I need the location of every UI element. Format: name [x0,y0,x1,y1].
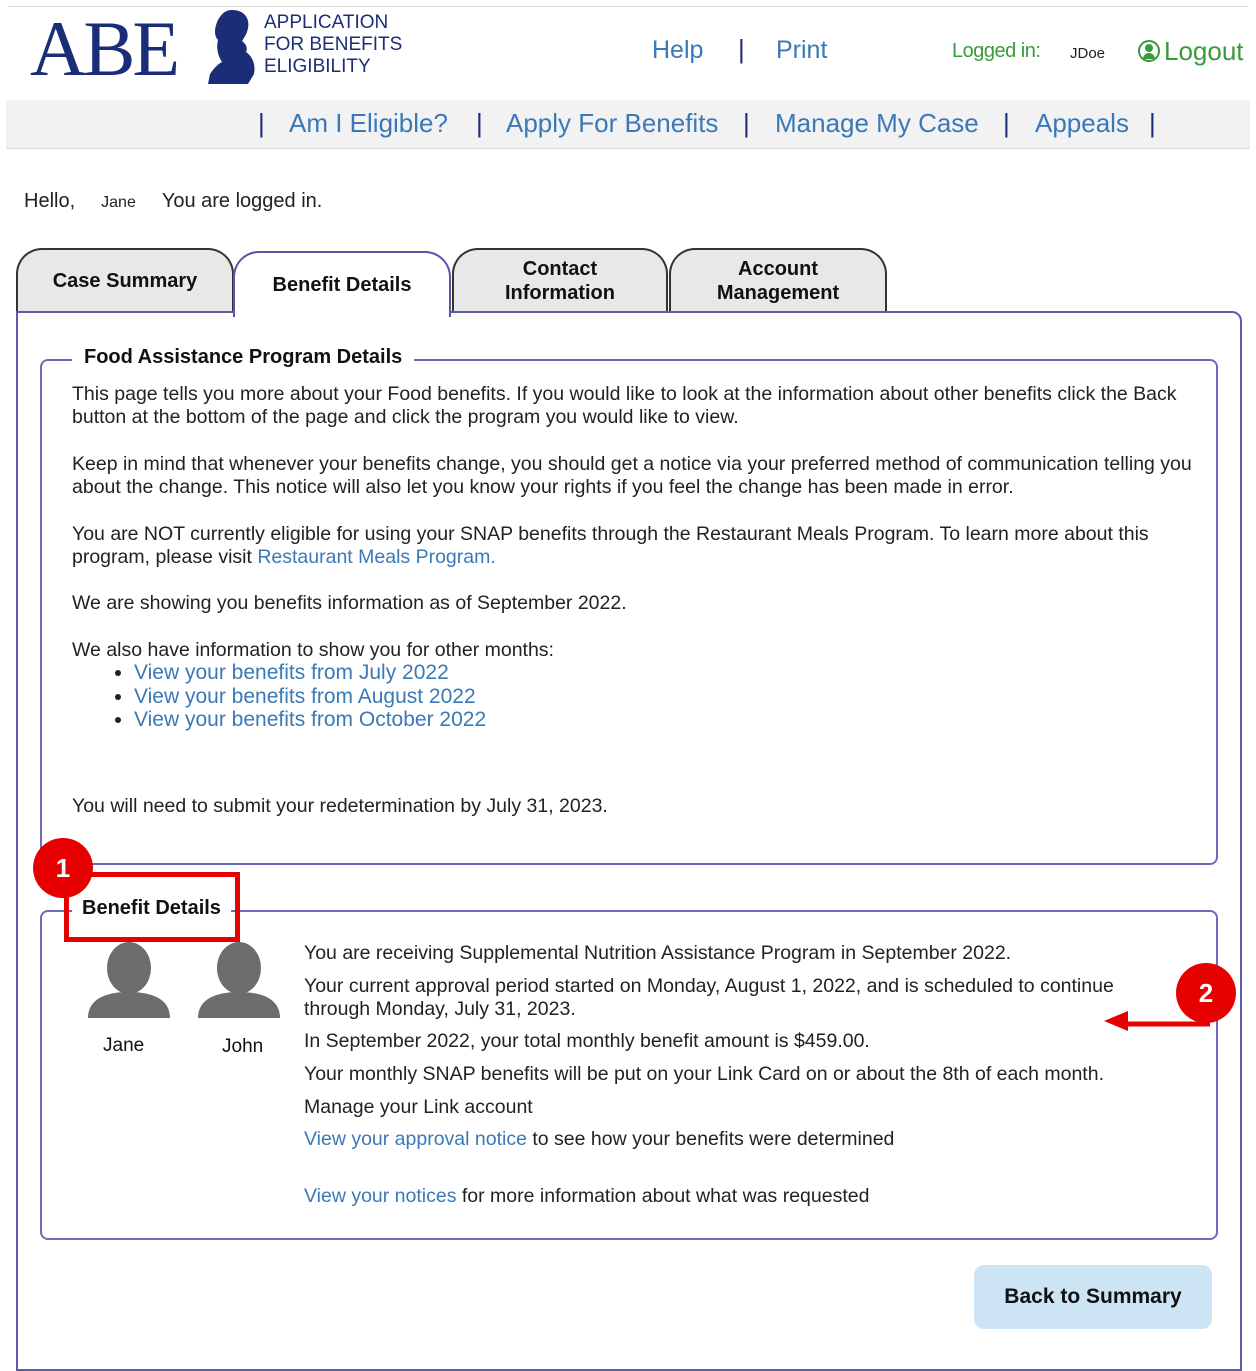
header: ABE APPLICATION FOR BENEFITS ELIGIBILITY… [0,0,1256,100]
tab-account-management[interactable]: Account Management [669,248,887,312]
person-name-john: John [222,1036,264,1057]
approval-notice-text: View your approval notice to see how you… [304,1128,894,1151]
person-icon [88,942,170,1018]
tab-benefit-details[interactable]: Benefit Details [233,251,451,317]
annotation-highlight-box [64,872,240,942]
approval-period-text: Your current approval period started on … [304,975,1114,1021]
annotation-arrow-icon [1104,1010,1210,1031]
username: JDoe [1070,45,1106,62]
tab-label: Information [505,282,615,304]
abe-logo[interactable]: ABE [30,4,180,94]
notices-rest: for more information about what was requ… [456,1185,870,1207]
benefit-amount-text: In September 2022, your total monthly be… [304,1030,870,1052]
logout-label: Logout [1164,36,1244,66]
tab-label: Contact [522,258,598,280]
nav-manage-my-case[interactable]: Manage My Case [775,108,979,139]
tab-label: Case Summary [52,270,198,292]
logged-in-label: Logged in: [952,40,1041,62]
nav-separator: | [1149,108,1156,138]
receiving-text: You are receiving Supplemental Nutrition… [304,942,1012,964]
nav-separator: | [1003,108,1010,138]
nav-apply-for-benefits[interactable]: Apply For Benefits [506,108,718,139]
approval-notice-rest: to see how your benefits were determined [526,1128,895,1150]
food-intro-text: This page tells you more about your Food… [72,383,1177,428]
restaurant-meals-text: You are NOT currently eligible for using… [72,523,1192,569]
approval-period-line: through Monday, July 31, 2023. [304,998,576,1020]
logout-link[interactable]: Logout [1138,36,1244,67]
month-link-july[interactable]: View your benefits from July 2022 [134,661,449,684]
greeting-name: Jane [101,194,136,211]
person-name-jane: Jane [103,1035,145,1056]
main-nav: | Am I Eligible? | Apply For Benefits | … [6,100,1250,149]
logo-subtitle: APPLICATION FOR BENEFITS ELIGIBILITY [264,12,402,78]
nav-separator: | [476,108,483,138]
logo-sub-line: ELIGIBILITY [264,56,371,77]
login-status: You are logged in. [161,190,323,212]
hello-text: Hello, [24,190,76,212]
header-separator: | [738,34,745,64]
month-link-october[interactable]: View your benefits from October 2022 [134,708,486,731]
approval-period-line: Your current approval period started on … [304,975,1114,997]
restaurant-meals-link[interactable]: Restaurant Meals Program. [257,546,495,568]
notices-link[interactable]: View your notices [304,1185,456,1207]
nav-appeals[interactable]: Appeals [1035,108,1129,139]
greeting: Hello, Jane You are logged in. [24,190,322,213]
logo-sub-line: APPLICATION [264,12,389,33]
tab-contact-information[interactable]: Contact Information [452,248,668,312]
month-link-august[interactable]: View your benefits from August 2022 [134,685,476,708]
nav-am-i-eligible[interactable]: Am I Eligible? [289,108,448,139]
person-icon [198,942,280,1018]
food-change-text: Keep in mind that whenever your benefits… [72,453,1192,498]
food-assistance-legend: Food Assistance Program Details [72,346,415,369]
nav-separator: | [258,108,265,138]
tab-label: Account [738,258,818,280]
logo-sub-line: FOR BENEFITS [264,34,403,55]
annotation-badge-1: 1 [33,838,93,898]
restaurant-meals-prefix: You are NOT currently eligible for using… [72,523,1149,568]
notices-text: View your notices for more information a… [304,1185,869,1208]
tab-case-summary[interactable]: Case Summary [16,248,234,312]
tab-label: Management [716,282,840,304]
help-link[interactable]: Help [652,36,703,65]
list-item: View your benefits from August 2022 [134,685,486,709]
back-to-summary-button[interactable]: Back to Summary [974,1265,1212,1329]
print-link[interactable]: Print [776,36,827,65]
as-of-text: We are showing you benefits information … [72,592,627,614]
link-card-text: Your monthly SNAP benefits will be put o… [304,1063,1104,1085]
user-circle-icon [1138,40,1160,62]
tab-label: Benefit Details [272,274,412,296]
nav-separator: | [743,108,750,138]
other-months-list: View your benefits from July 2022 View y… [106,661,486,732]
lincoln-bust-icon [208,10,255,84]
list-item: View your benefits from October 2022 [134,708,486,732]
list-item: View your benefits from July 2022 [134,661,486,685]
manage-link-account-link[interactable]: Manage your Link account [304,1096,533,1119]
approval-notice-link[interactable]: View your approval notice [304,1128,527,1150]
other-months-text: We also have information to show you for… [72,639,554,661]
redetermination-text: You will need to submit your redetermina… [72,795,608,817]
